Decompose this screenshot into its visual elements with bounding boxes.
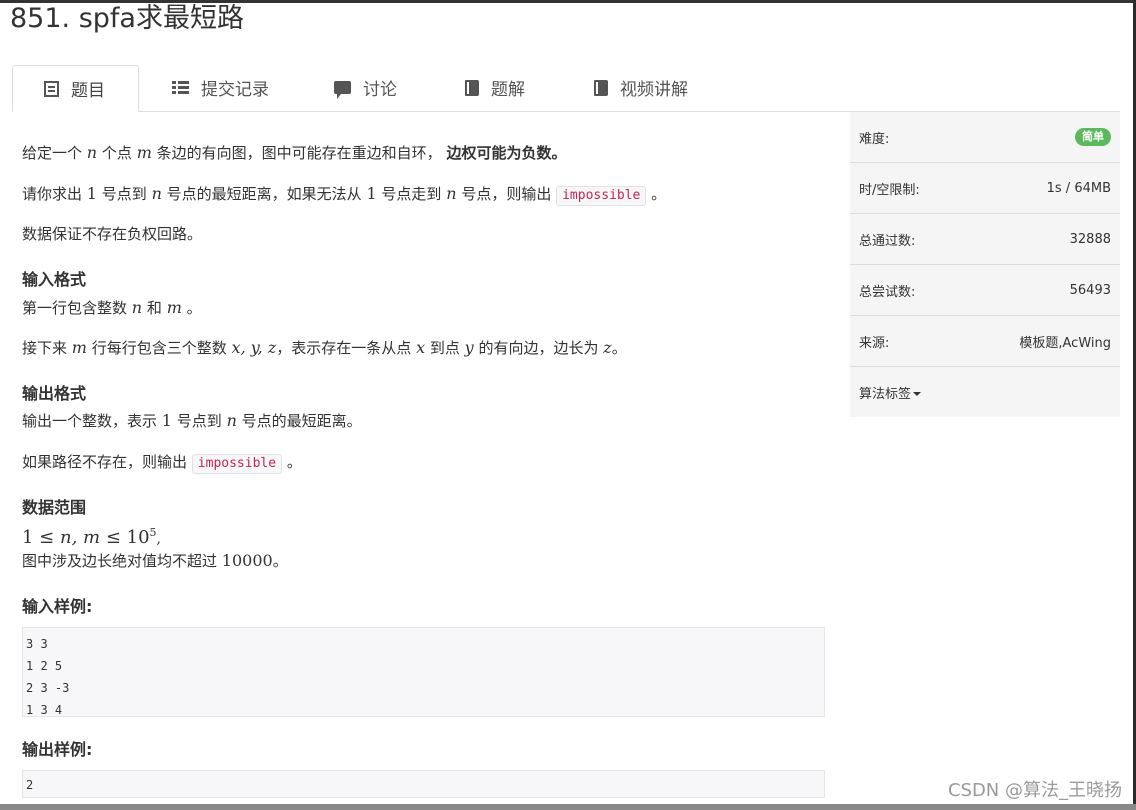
limit-row: 时/空限制: 1s / 64MB (850, 163, 1120, 214)
range-formula: 1 ≤ n, m ≤ 105, (22, 526, 161, 548)
sample-input-block: 3 3 1 2 5 2 3 -3 1 3 4 (22, 627, 825, 717)
data-range-heading: 数据范围 (22, 498, 87, 517)
sample-input-heading: 输入样例: (22, 597, 93, 616)
caret-down-icon (913, 392, 922, 396)
output-format-heading: 输出格式 (22, 384, 87, 403)
inline-code: impossible (556, 186, 647, 206)
algorithm-tags-toggle[interactable]: 算法标签 (850, 367, 1120, 417)
tab-submissions[interactable]: 提交记录 (172, 65, 269, 110)
tab-label: 题目 (71, 81, 105, 101)
tab-discussion[interactable]: 讨论 (334, 65, 397, 110)
description-paragraph: 接下来 m 行每行包含三个整数 x, y, z，表示存在一条从点 x 到点 y … (22, 338, 627, 357)
page-title: 851. spfa求最短路 (10, 3, 244, 34)
code-line: 2 3 -3 (26, 681, 70, 695)
limit-label: 时/空限制: (859, 182, 920, 198)
code-line: 2 (26, 778, 34, 792)
input-format-heading: 输入格式 (22, 270, 87, 289)
bottom-border (0, 804, 1136, 810)
tab-problem[interactable]: 题目 (12, 65, 139, 112)
passed-label: 总通过数: (859, 233, 916, 249)
description-paragraph: 第一行包含整数 n 和 m 。 (22, 298, 202, 317)
source-value: 模板题,AcWing (1019, 335, 1111, 351)
chat-icon (334, 81, 351, 99)
inline-code: impossible (191, 454, 283, 474)
sample-output-block: 2 (22, 770, 825, 798)
tab-label: 提交记录 (201, 80, 269, 100)
source-label: 来源: (859, 335, 890, 351)
code-line: 3 3 (26, 637, 48, 651)
problem-info-panel: 难度: 简单 时/空限制: 1s / 64MB 总通过数: 32888 总尝试数… (850, 111, 1120, 417)
description-paragraph: 输出一个整数，表示 1 号点到 n 号点的最短距离。 (22, 411, 362, 430)
description-paragraph: 请你求出 1 号点到 n 号点的最短距离，如果无法从 1 号点走到 n 号点，则… (22, 183, 666, 206)
passed-row: 总通过数: 32888 (850, 214, 1120, 265)
limit-value: 1s / 64MB (1046, 180, 1111, 196)
difficulty-badge: 简单 (1075, 128, 1111, 146)
tab-label: 题解 (491, 80, 525, 100)
tried-value: 56493 (1069, 282, 1111, 298)
book-icon (594, 79, 608, 96)
watermark: CSDN @算法_王晓扬 (947, 780, 1122, 801)
tab-solutions[interactable]: 题解 (465, 65, 525, 110)
code-line: 1 2 5 (26, 659, 63, 673)
tab-label: 讨论 (363, 80, 397, 100)
list-icon (172, 80, 189, 95)
tab-bar: 题目 提交记录 讨论 题解 视频讲解 (12, 65, 1120, 112)
tried-label: 总尝试数: (859, 284, 916, 300)
difficulty-row: 难度: 简单 (850, 111, 1120, 163)
passed-value: 32888 (1069, 231, 1111, 247)
tags-label: 算法标签 (859, 386, 912, 402)
book-icon (465, 79, 479, 96)
sample-output-heading: 输出样例: (22, 740, 93, 759)
document-icon (44, 80, 59, 97)
description-paragraph: 给定一个 n 个点 m 条边的有向图，图中可能存在重边和自环， 边权可能为负数。 (22, 143, 567, 162)
source-row: 来源: 模板题,AcWing (850, 316, 1120, 367)
tab-video[interactable]: 视频讲解 (594, 65, 688, 110)
tried-row: 总尝试数: 56493 (850, 265, 1120, 316)
difficulty-label: 难度: (859, 131, 890, 147)
code-line: 1 3 4 (26, 703, 63, 717)
tab-label: 视频讲解 (620, 80, 688, 100)
description-paragraph: 图中涉及边长绝对值均不超过 10000。 (22, 551, 288, 570)
description-paragraph: 如果路径不存在，则输出 impossible 。 (22, 451, 302, 474)
description-paragraph: 数据保证不存在负权回路。 (22, 225, 203, 243)
